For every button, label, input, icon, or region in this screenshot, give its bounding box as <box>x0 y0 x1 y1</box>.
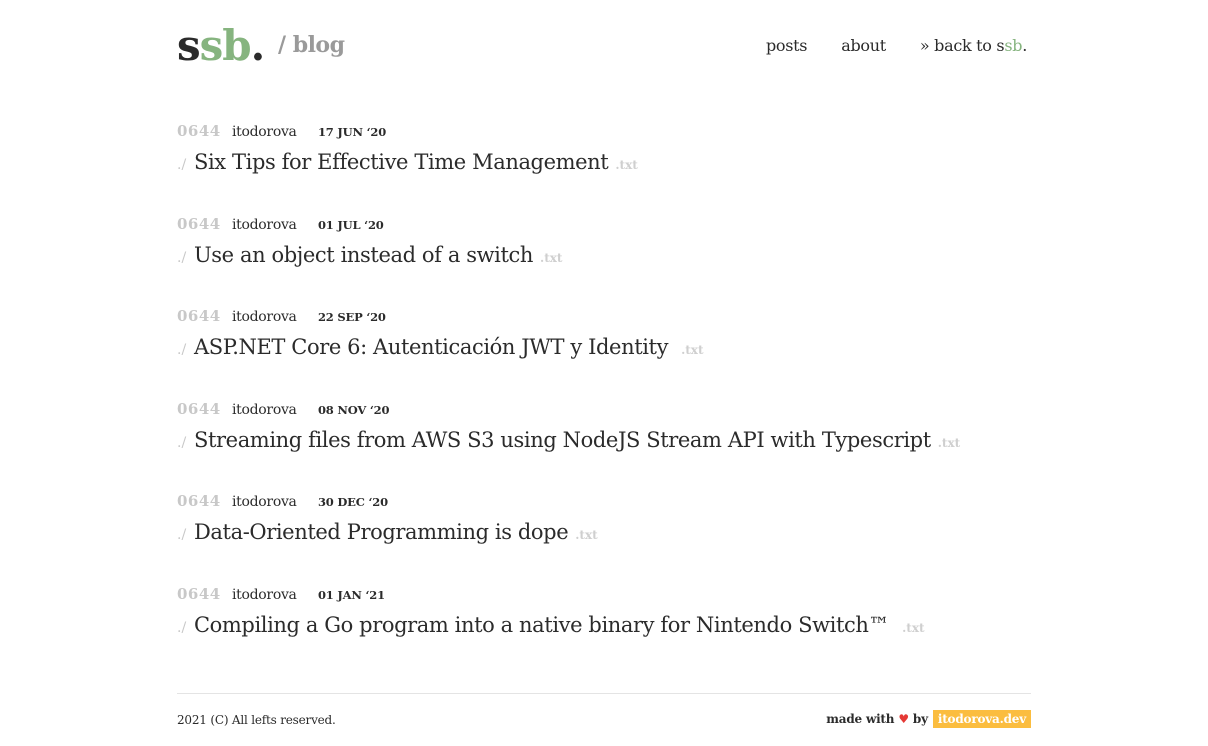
logo-part-dot: . <box>250 21 266 70</box>
post-date: 08 NOV ‘20 <box>318 402 390 417</box>
blog-subtitle: / blog <box>278 32 345 58</box>
post-extension: .txt <box>540 250 563 265</box>
post-extension: .txt <box>681 343 704 357</box>
post-author: itodorova <box>232 309 297 325</box>
post-prefix: ./ <box>177 342 187 358</box>
post-title-link[interactable]: Compiling a Go program into a native bin… <box>194 613 890 637</box>
post-title-row: ./ Data-Oriented Programming is dope .tx… <box>177 520 1031 544</box>
post-item: 0644 itodorova 01 JAN ‘21 ./ Compiling a… <box>177 585 1031 678</box>
post-extension: .txt <box>615 158 638 172</box>
back-suffix: . <box>1022 36 1027 55</box>
post-title-link[interactable]: Six Tips for Effective Time Management <box>194 150 609 174</box>
page: ssb. / blog posts about » back to ssb. 0… <box>177 0 1031 728</box>
post-meta: 0644 itodorova 30 DEC ‘20 <box>177 492 1031 516</box>
post-permissions: 0644 <box>177 307 221 325</box>
back-green: sb <box>1004 36 1023 55</box>
post-title-link[interactable]: Data-Oriented Programming is dope <box>194 520 569 544</box>
post-extension: .txt <box>575 528 598 542</box>
nav-back-to-ssb-link[interactable]: » back to ssb. <box>920 36 1027 55</box>
logo-part-sb: sb <box>199 21 252 70</box>
post-meta: 0644 itodorova 08 NOV ‘20 <box>177 400 1031 424</box>
post-date: 01 JAN ‘21 <box>318 587 385 602</box>
site-logo[interactable]: ssb. <box>177 18 266 74</box>
post-prefix: ./ <box>177 527 187 543</box>
post-title-row: ./ Six Tips for Effective Time Managemen… <box>177 150 1031 174</box>
post-date: 22 SEP ‘20 <box>318 310 386 324</box>
nav-about-link[interactable]: about <box>841 36 886 55</box>
post-prefix: ./ <box>177 619 187 636</box>
post-list: 0644 itodorova 17 JUN ‘20 ./ Six Tips fo… <box>177 122 1031 677</box>
main-nav: posts about » back to ssb. <box>732 36 1027 55</box>
by-label: by <box>912 712 928 726</box>
post-author: itodorova <box>232 124 297 140</box>
heart-icon: ♥ <box>898 712 909 726</box>
post-title-row: ./ Use an object instead of a switch .tx… <box>177 243 1031 267</box>
copyright-text: 2021 (C) All lefts reserved. <box>177 713 336 727</box>
post-author: itodorova <box>232 401 297 418</box>
post-meta: 0644 itodorova 01 JUL ‘20 <box>177 215 1031 239</box>
post-permissions: 0644 <box>177 214 221 233</box>
post-item: 0644 itodorova 22 SEP ‘20 ./ ASP.NET Cor… <box>177 307 1031 400</box>
author-site-link[interactable]: itodorova.dev <box>932 710 1031 728</box>
post-prefix: ./ <box>177 249 187 266</box>
post-permissions: 0644 <box>177 492 221 510</box>
post-title-row: ./ Streaming files from AWS S3 using Nod… <box>177 428 1031 452</box>
post-item: 0644 itodorova 30 DEC ‘20 ./ Data-Orient… <box>177 492 1031 585</box>
post-title-row: ./ Compiling a Go program into a native … <box>177 613 1031 637</box>
logo-part-s: s <box>177 21 201 70</box>
made-with-label: made with <box>826 712 895 726</box>
post-date: 17 JUN ‘20 <box>318 125 386 139</box>
post-permissions: 0644 <box>177 399 221 418</box>
post-item: 0644 itodorova 08 NOV ‘20 ./ Streaming f… <box>177 400 1031 493</box>
post-date: 30 DEC ‘20 <box>318 495 388 509</box>
post-item: 0644 itodorova 01 JUL ‘20 ./ Use an obje… <box>177 215 1031 308</box>
post-permissions: 0644 <box>177 584 221 603</box>
post-author: itodorova <box>232 216 297 233</box>
post-prefix: ./ <box>177 157 187 173</box>
post-title-link[interactable]: Streaming files from AWS S3 using NodeJS… <box>194 428 931 452</box>
post-meta: 0644 itodorova 17 JUN ‘20 <box>177 122 1031 146</box>
post-title-link[interactable]: Use an object instead of a switch <box>194 243 533 267</box>
site-footer: 2021 (C) All lefts reserved. made with ♥… <box>177 693 1031 728</box>
post-item: 0644 itodorova 17 JUN ‘20 ./ Six Tips fo… <box>177 122 1031 215</box>
site-header: ssb. / blog posts about » back to ssb. <box>177 0 1031 100</box>
post-date: 01 JUL ‘20 <box>318 217 384 232</box>
made-with: made with ♥ by itodorova.dev <box>826 710 1031 728</box>
post-extension: .txt <box>937 435 961 450</box>
back-prefix: » back to s <box>919 36 1005 55</box>
post-meta: 0644 itodorova 22 SEP ‘20 <box>177 307 1031 331</box>
post-extension: .txt <box>902 620 925 635</box>
post-title-link[interactable]: ASP.NET Core 6: Autenticación JWT y Iden… <box>194 335 668 359</box>
post-prefix: ./ <box>177 434 187 451</box>
post-author: itodorova <box>232 586 297 603</box>
post-title-row: ./ ASP.NET Core 6: Autenticación JWT y I… <box>177 335 1031 359</box>
post-author: itodorova <box>232 494 297 510</box>
nav-posts-link[interactable]: posts <box>766 36 808 55</box>
post-meta: 0644 itodorova 01 JAN ‘21 <box>177 585 1031 609</box>
post-permissions: 0644 <box>177 122 221 140</box>
